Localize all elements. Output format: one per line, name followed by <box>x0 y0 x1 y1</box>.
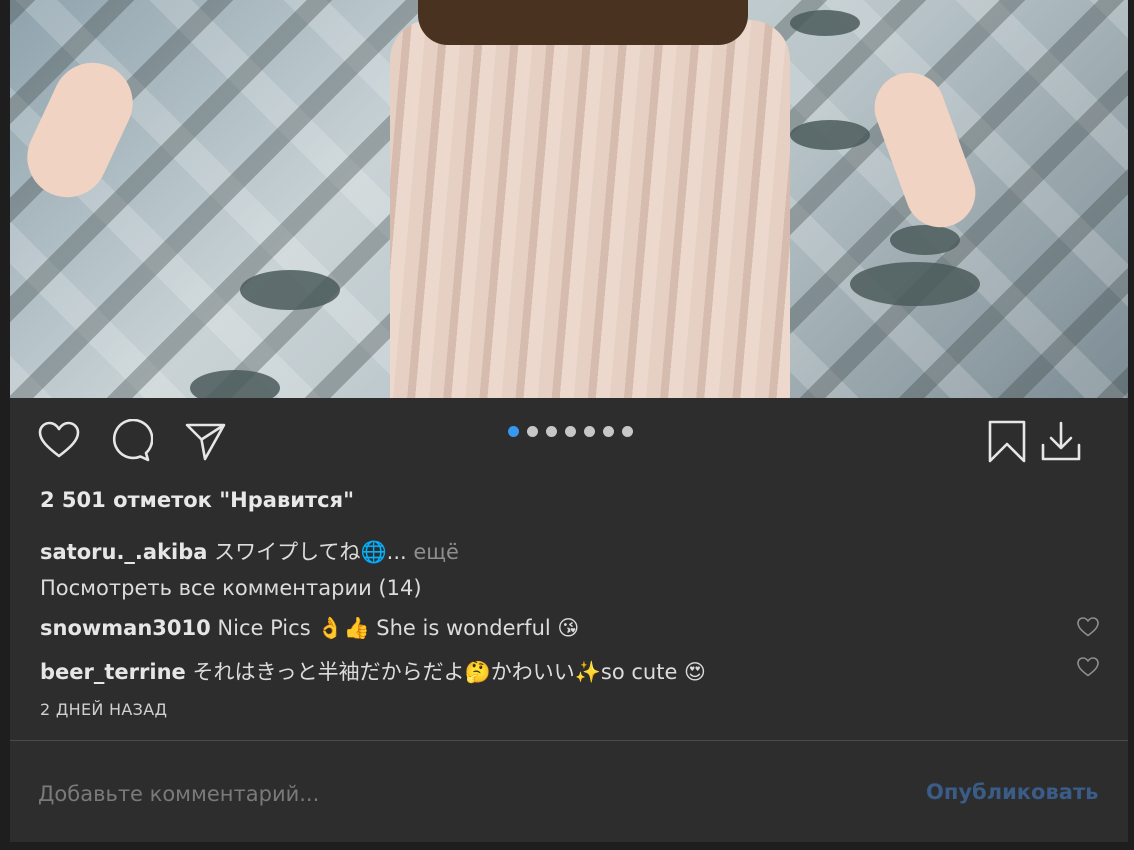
view-all-comments-link[interactable]: Посмотреть все комментарии (14) <box>40 576 422 600</box>
likes-count[interactable]: 2 501 отметок "Нравится" <box>40 488 354 512</box>
comment-text: それはきっと半袖だからだよ🤔かわいい✨so cute 😍 <box>192 660 706 684</box>
caption-username[interactable]: satoru._.akiba <box>40 540 207 564</box>
comment-text: Nice Pics 👌👍 She is wonderful 😘 <box>217 616 580 640</box>
publish-button[interactable]: Опубликовать <box>926 780 1098 804</box>
caption-more-link[interactable]: ещё <box>413 540 459 564</box>
action-bar <box>10 398 1128 480</box>
comment-like-button[interactable] <box>1076 655 1100 679</box>
divider <box>10 740 1128 741</box>
post-timestamp[interactable]: 2 ДНЕЙ НАЗАД <box>40 700 167 719</box>
photo-shirt <box>418 0 748 45</box>
photo-stone <box>850 262 980 306</box>
add-comment-input[interactable] <box>38 774 898 814</box>
carousel-dot[interactable] <box>622 426 633 437</box>
photo-stone <box>190 370 280 398</box>
photo-stone <box>240 270 340 310</box>
carousel-indicator <box>508 426 633 438</box>
like-button[interactable] <box>36 418 82 464</box>
paper-plane-icon <box>185 423 226 461</box>
photo-stone <box>790 10 860 36</box>
carousel-dot[interactable] <box>527 426 538 437</box>
photo-stone <box>790 120 870 150</box>
heart-icon <box>38 421 80 458</box>
carousel-dot[interactable] <box>546 426 557 437</box>
comment-username[interactable]: snowman3010 <box>40 616 211 640</box>
comment-like-button[interactable] <box>1076 615 1100 639</box>
post-caption: satoru._.akiba スワイプしてね🌐... ещё <box>40 536 459 566</box>
photo-stone <box>890 225 960 255</box>
comment-username[interactable]: beer_terrine <box>40 660 186 684</box>
carousel-dot[interactable] <box>565 426 576 437</box>
comment-item: snowman3010 Nice Pics 👌👍 She is wonderfu… <box>40 616 579 641</box>
caption-text: スワイプしてね🌐... <box>214 540 407 564</box>
heart-icon <box>1077 617 1099 637</box>
heart-icon <box>1077 657 1099 677</box>
photo-skirt <box>390 20 790 398</box>
comment-button[interactable] <box>108 418 154 464</box>
post-card: 2 501 отметок "Нравится" satoru._.akiba … <box>10 0 1128 842</box>
carousel-dot[interactable] <box>584 426 595 437</box>
carousel-dot[interactable] <box>603 426 614 437</box>
post-photo[interactable] <box>10 0 1128 398</box>
share-button[interactable] <box>182 418 228 464</box>
save-button[interactable] <box>984 418 1030 464</box>
bookmark-icon <box>988 420 1026 463</box>
comment-item: beer_terrine それはきっと半袖だからだよ🤔かわいい✨so cute … <box>40 656 706 686</box>
download-icon <box>1041 421 1081 461</box>
speech-bubble-icon <box>112 419 153 462</box>
carousel-dot[interactable] <box>508 426 519 437</box>
download-button[interactable] <box>1038 418 1084 464</box>
